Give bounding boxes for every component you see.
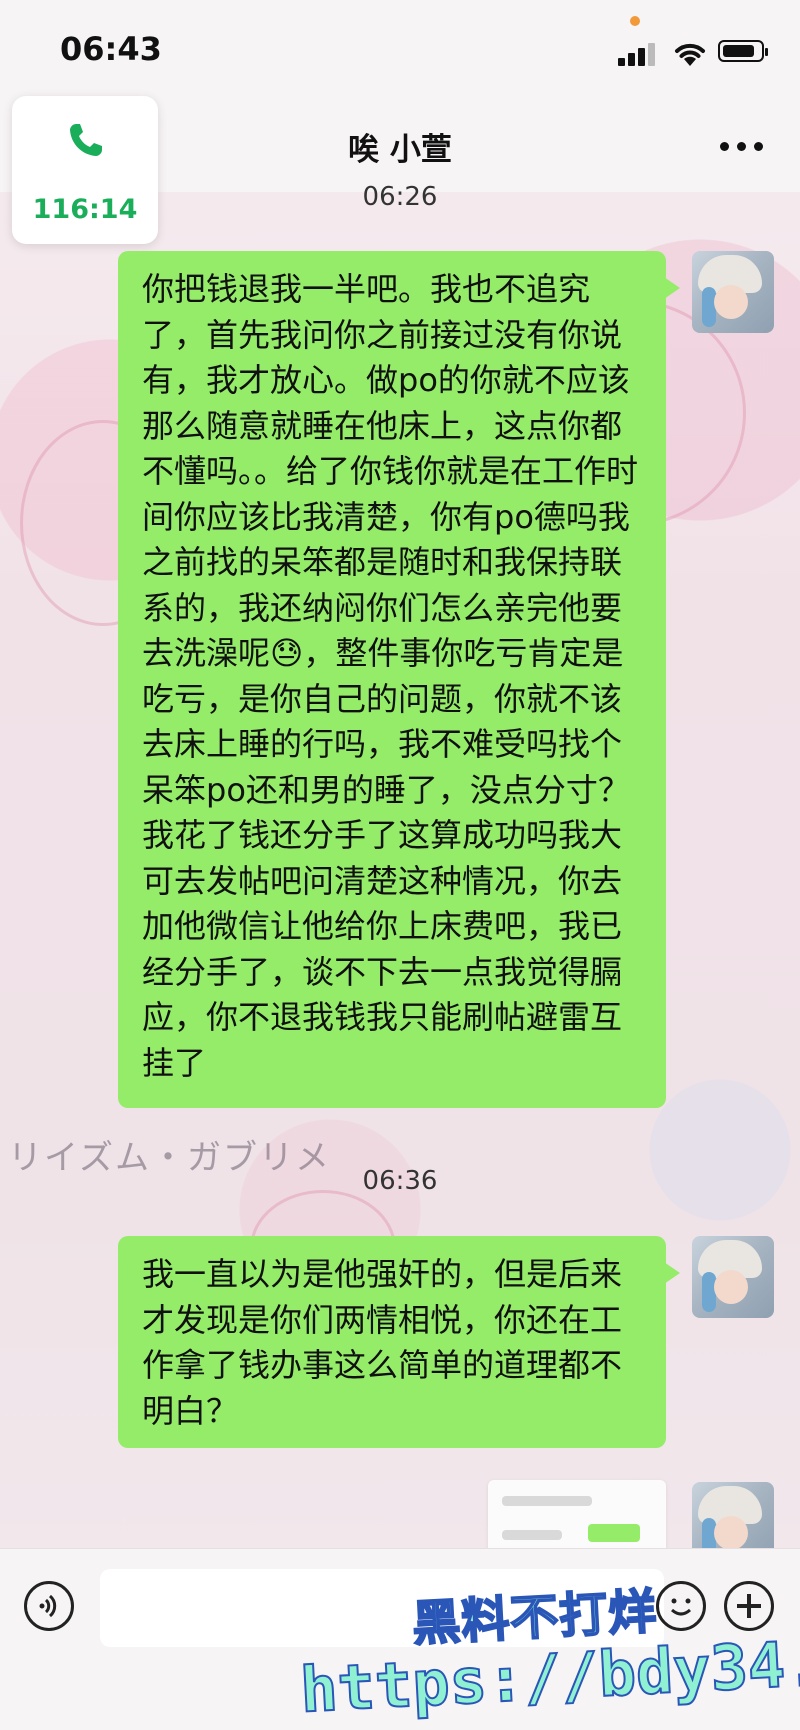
emoji-icon[interactable] bbox=[656, 1581, 706, 1631]
battery-icon bbox=[718, 40, 768, 62]
status-time: 06:43 bbox=[60, 30, 162, 68]
avatar[interactable] bbox=[692, 251, 774, 333]
privacy-indicator-dot bbox=[630, 16, 640, 26]
message-timestamp: 06:26 bbox=[362, 182, 438, 212]
phone-icon bbox=[70, 124, 102, 156]
ongoing-call-card[interactable]: 116:14 bbox=[12, 96, 158, 244]
status-bar: 06:43 bbox=[0, 0, 800, 96]
avatar[interactable] bbox=[692, 1236, 774, 1318]
voice-icon[interactable] bbox=[24, 1581, 74, 1631]
cellular-signal-icon bbox=[618, 42, 662, 66]
plus-icon[interactable] bbox=[724, 1581, 774, 1631]
message-bubble[interactable]: 我一直以为是他强奸的，但是后来才发现是你们两情相悦，你还在工作拿了钱办事这么简单… bbox=[118, 1236, 680, 1448]
message-bubble[interactable]: 你把钱退我一半吧。我也不追究了，首先我问你之前接过没有你说有，我才放心。做po的… bbox=[118, 251, 680, 1108]
more-dots-icon[interactable] bbox=[720, 142, 764, 152]
wifi-icon bbox=[675, 43, 705, 66]
message-timestamp: 06:36 bbox=[362, 1166, 438, 1196]
battery-level bbox=[723, 45, 754, 57]
